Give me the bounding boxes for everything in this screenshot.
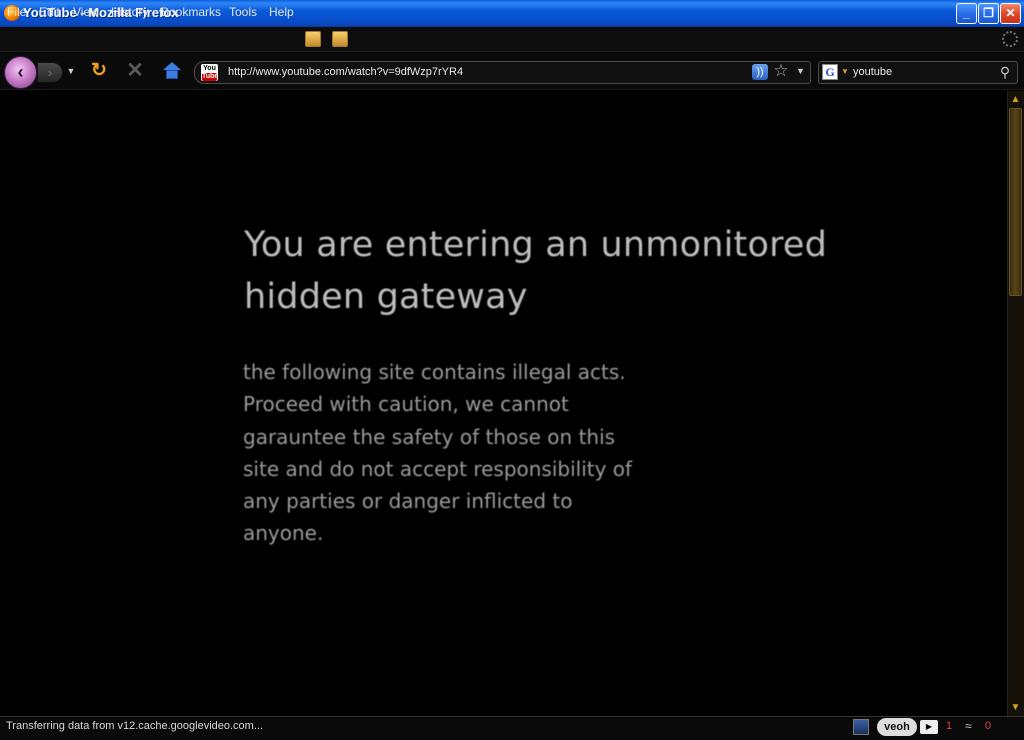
- warning-line: garauntee the safety of those on this: [243, 424, 616, 449]
- warning-text: the following site contains illegal acts…: [243, 356, 688, 550]
- rss-status-icon[interactable]: ≈: [965, 719, 972, 733]
- forward-button[interactable]: ›: [37, 62, 63, 83]
- engine-dropdown-icon[interactable]: ▼: [841, 67, 849, 76]
- close-icon: ✕: [1005, 6, 1016, 20]
- home-icon-body: [166, 70, 178, 79]
- headline-line: You are entering an unmonitored: [244, 225, 828, 265]
- scroll-down-icon[interactable]: ▼: [1008, 700, 1023, 715]
- headline-line: hidden gateway: [244, 277, 528, 317]
- menu-bar: [0, 27, 1024, 52]
- search-go-icon[interactable]: ⚲: [996, 63, 1014, 81]
- menu-tools[interactable]: Tools: [229, 5, 257, 19]
- restore-icon: ❐: [983, 6, 994, 20]
- home-icon: [163, 62, 181, 70]
- youtube-favicon-icon: You Tube: [201, 64, 218, 81]
- menu-bookmarks[interactable]: Bookmarks: [161, 5, 221, 19]
- menu-history[interactable]: History: [111, 5, 148, 19]
- favicon-text-bottom: Tube: [202, 73, 219, 81]
- reload-icon: ↻: [91, 60, 107, 81]
- warning-line: site and do not accept responsibility of: [243, 456, 633, 481]
- scrollbar-thumb[interactable]: [1009, 108, 1022, 296]
- addon-toolbar-icon[interactable]: [305, 31, 321, 47]
- minimize-icon: _: [963, 6, 970, 20]
- bookmark-star-icon[interactable]: ☆: [771, 62, 791, 80]
- url-text[interactable]: http://www.youtube.com/watch?v=9dfWzp7rY…: [228, 66, 463, 78]
- stop-icon: ✕: [126, 59, 144, 82]
- menu-edit[interactable]: Edit: [39, 5, 60, 19]
- menu-help[interactable]: Help: [269, 5, 294, 19]
- warning-line: Proceed with caution, we cannot: [243, 392, 569, 417]
- warning-line: the following site contains illegal acts…: [243, 360, 626, 384]
- favicon-text-top: You: [203, 65, 216, 72]
- page-headline: You are entering an unmonitored hidden g…: [244, 219, 844, 323]
- url-dropdown-icon[interactable]: ▼: [796, 66, 805, 76]
- warning-line: any parties or danger inflicted to: [243, 489, 573, 514]
- addon-status-icon[interactable]: [853, 719, 869, 735]
- forward-arrow-icon: ›: [47, 65, 53, 80]
- warning-line: anyone.: [243, 521, 324, 546]
- rss-feed-icon[interactable]: )): [752, 64, 768, 80]
- reload-button[interactable]: ↻: [89, 61, 109, 81]
- search-input[interactable]: youtube: [853, 66, 892, 78]
- scroll-up-icon[interactable]: ▲: [1008, 92, 1023, 107]
- activity-throbber-icon: [1002, 31, 1018, 47]
- video-play-icon[interactable]: ▶: [920, 720, 938, 734]
- addon-toolbar-icon-2[interactable]: [332, 31, 348, 47]
- back-arrow-icon: ‹: [17, 62, 24, 82]
- google-engine-icon[interactable]: G: [822, 64, 838, 80]
- menu-file[interactable]: File: [7, 5, 26, 19]
- stop-button[interactable]: ✕: [125, 59, 145, 82]
- status-count: 1: [946, 720, 953, 732]
- home-button[interactable]: [162, 61, 182, 81]
- menu-view[interactable]: View: [73, 5, 99, 19]
- status-count: 0: [985, 720, 992, 732]
- back-button[interactable]: ‹: [4, 56, 37, 89]
- minimize-button[interactable]: _: [956, 3, 977, 24]
- close-button[interactable]: ✕: [1000, 3, 1021, 24]
- history-dropdown-button[interactable]: ▼: [66, 66, 76, 78]
- chevron-down-icon: ▼: [66, 66, 76, 76]
- veoh-button[interactable]: veoh: [877, 718, 917, 736]
- status-text: Transferring data from v12.cache.googlev…: [6, 720, 264, 732]
- maximize-button[interactable]: ❐: [978, 3, 999, 24]
